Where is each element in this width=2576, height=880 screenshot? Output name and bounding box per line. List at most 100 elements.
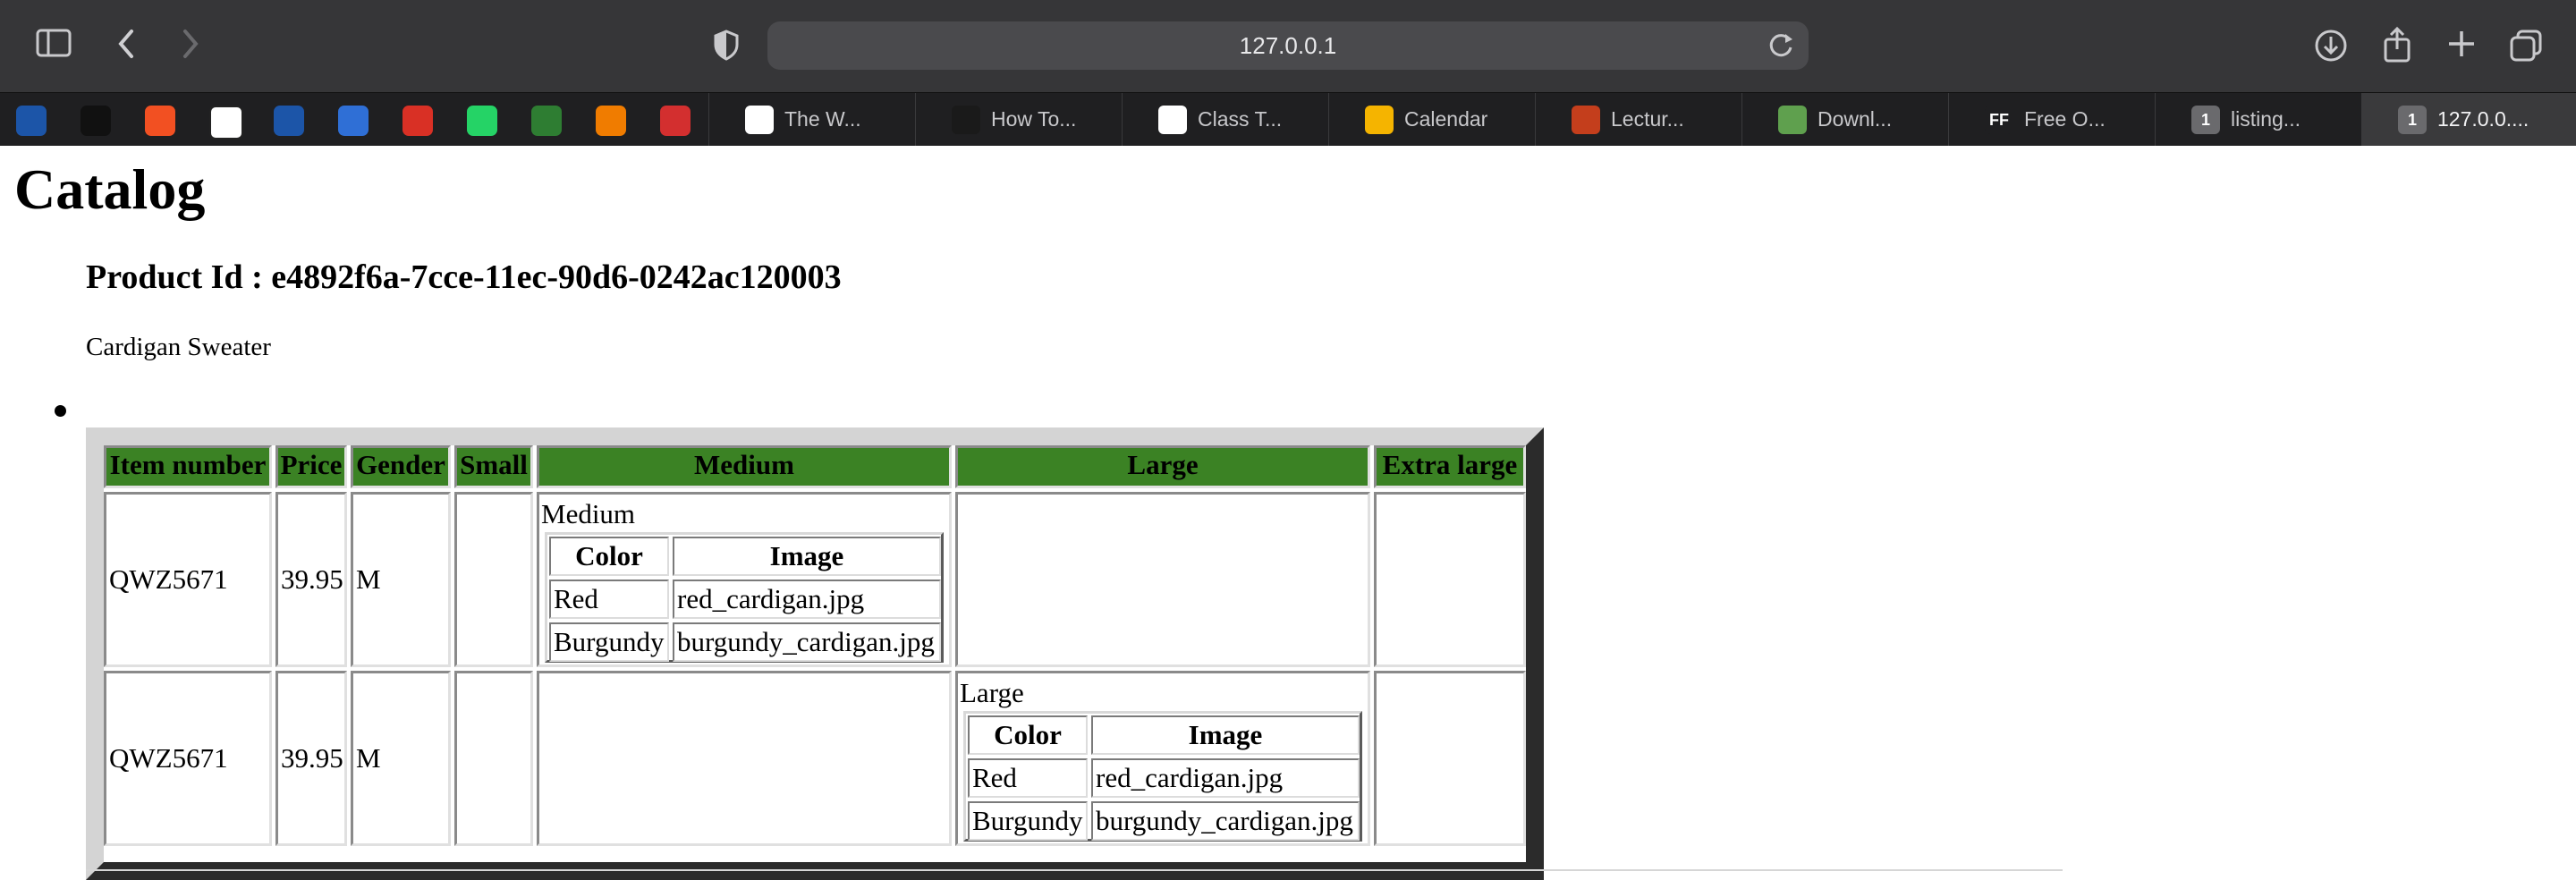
image-cell: red_cardigan.jpg xyxy=(673,580,941,619)
tab-label: Lectur... xyxy=(1611,107,1684,131)
favorite-hammer-app-icon[interactable] xyxy=(274,106,304,136)
calendar-icon xyxy=(1365,106,1394,134)
header-extra-large: Extra large xyxy=(1374,445,1526,488)
tab-label: Calendar xyxy=(1404,107,1488,131)
browser-tab[interactable]: 1 127.0.0.... xyxy=(2361,93,2576,146)
header-large: Large xyxy=(955,445,1370,488)
number-icon: 1 xyxy=(2191,106,2220,134)
product-id-heading: Product Id : e4892f6a-7cce-11ec-90d6-024… xyxy=(86,258,842,296)
nodejs-icon xyxy=(1778,106,1807,134)
tab-bar: The W... How To... Class T... Calendar Lectu… xyxy=(0,92,2576,146)
privacy-shield-icon[interactable] xyxy=(707,27,746,66)
size-caption: Medium xyxy=(541,498,636,529)
table-cell-extra-large xyxy=(1374,492,1526,667)
color-image-table: Color Image Red red_cardigan.jpg Burgund… xyxy=(963,711,1362,842)
color-image-table: Color Image Red red_cardigan.jpg Burgund… xyxy=(545,532,944,663)
forward-icon[interactable] xyxy=(170,26,209,65)
header-price: Price xyxy=(275,445,347,488)
inner-header-image: Image xyxy=(673,537,941,576)
table-cell-item-number: QWZ5671 xyxy=(104,492,272,667)
browser-tab[interactable]: How To... xyxy=(915,93,1123,146)
tab-label: listing... xyxy=(2231,107,2301,131)
browser-tab[interactable]: Lectur... xyxy=(1535,93,1742,146)
favorite-hammer-app-icon[interactable] xyxy=(16,106,47,136)
color-cell: Burgundy xyxy=(968,801,1088,841)
url-text: 127.0.0.1 xyxy=(1239,32,1337,59)
header-medium: Medium xyxy=(537,445,952,488)
inner-header-color: Color xyxy=(968,715,1088,755)
table-cell-large: Large Color Image Red red_cardigan.jpg B… xyxy=(955,671,1370,846)
item-number-value: QWZ5671 xyxy=(109,742,228,774)
browser-tab[interactable]: FF Free O... xyxy=(1948,93,2156,146)
browser-tab[interactable]: Class T... xyxy=(1122,93,1329,146)
browser-tab[interactable]: The W... xyxy=(708,93,916,146)
favorite-gmail-icon[interactable] xyxy=(402,106,433,136)
browser-chrome: 127.0.0.1 The W... How To... Class T... Cal… xyxy=(0,0,2576,146)
favorite-w3-icon[interactable] xyxy=(531,106,562,136)
table-cell-small xyxy=(454,492,533,667)
tab-label: Downl... xyxy=(1818,107,1893,131)
favorite-app-icon[interactable] xyxy=(338,106,369,136)
table-cell-item-number: QWZ5671 xyxy=(104,671,272,846)
page-content: Catalog Product Id : e4892f6a-7cce-11ec-… xyxy=(0,145,2576,880)
favorite-app-icon[interactable] xyxy=(660,106,691,136)
header-small: Small xyxy=(454,445,533,488)
number-icon: 1 xyxy=(2398,106,2427,134)
table-cell-medium: Medium Color Image Red red_cardigan.jpg … xyxy=(537,492,952,667)
price-value: 39.95 xyxy=(281,563,343,595)
share-icon[interactable] xyxy=(2377,24,2417,63)
tab-label: Class T... xyxy=(1198,107,1283,131)
gender-value: M xyxy=(356,563,381,595)
inner-header-image: Image xyxy=(1091,715,1360,755)
inner-header-color: Color xyxy=(549,537,669,576)
favorite-microsoft-icon[interactable] xyxy=(145,106,175,136)
header-gender: Gender xyxy=(351,445,451,488)
tab-label: The W... xyxy=(784,107,861,131)
list-bullet xyxy=(55,405,66,417)
image-cell: red_cardigan.jpg xyxy=(1091,758,1360,798)
new-tab-icon[interactable] xyxy=(2442,26,2481,65)
favorite-github-icon[interactable] xyxy=(209,106,243,140)
document-icon xyxy=(745,106,774,134)
gender-value: M xyxy=(356,742,381,774)
size-caption: Large xyxy=(960,677,1024,708)
reload-icon[interactable] xyxy=(1766,30,1796,61)
header-item-number: Item number xyxy=(104,445,272,488)
favorite-orbit-icon[interactable] xyxy=(596,106,626,136)
tab-label: Free O... xyxy=(2024,107,2106,131)
github-icon xyxy=(1158,106,1187,134)
item-number-value: QWZ5671 xyxy=(109,563,228,595)
catalog-table: Item number Price Gender Small Medium La… xyxy=(86,427,1544,880)
price-value: 39.95 xyxy=(281,742,343,774)
horizontal-scrollbar[interactable] xyxy=(86,869,2063,871)
table-cell-price: 39.95 xyxy=(275,492,347,667)
color-cell: Burgundy xyxy=(549,622,669,662)
color-cell: Red xyxy=(968,758,1088,798)
table-cell-price: 39.95 xyxy=(275,671,347,846)
color-cell: Red xyxy=(549,580,669,619)
back-icon[interactable] xyxy=(107,26,147,65)
favorite-whatsapp-icon[interactable] xyxy=(467,106,497,136)
browser-tab[interactable]: Downl... xyxy=(1741,93,1949,146)
browser-tab[interactable]: 1 listing... xyxy=(2155,93,2362,146)
table-cell-gender: M xyxy=(351,492,451,667)
tab-label: How To... xyxy=(991,107,1077,131)
tab-overview-icon[interactable] xyxy=(2506,26,2546,65)
tab-label: 127.0.0.... xyxy=(2437,107,2529,131)
powerpoint-icon xyxy=(1572,106,1600,134)
table-cell-extra-large xyxy=(1374,671,1526,846)
page-title: Catalog xyxy=(14,157,206,221)
downloads-icon[interactable] xyxy=(2311,26,2351,65)
table-cell-medium xyxy=(537,671,952,846)
table-cell-gender: M xyxy=(351,671,451,846)
browser-tab[interactable]: Calendar xyxy=(1328,93,1536,146)
sidebar-toggle-icon[interactable] xyxy=(34,26,73,65)
table-cell-large xyxy=(955,492,1370,667)
dark-icon xyxy=(952,106,980,134)
image-cell: burgundy_cardigan.jpg xyxy=(1091,801,1360,841)
favorite-app-icon[interactable] xyxy=(80,106,111,136)
product-name: Cardigan Sweater xyxy=(86,333,271,361)
image-cell: burgundy_cardigan.jpg xyxy=(673,622,941,662)
address-bar[interactable]: 127.0.0.1 xyxy=(767,21,1809,70)
ff-icon: FF xyxy=(1985,106,2013,134)
